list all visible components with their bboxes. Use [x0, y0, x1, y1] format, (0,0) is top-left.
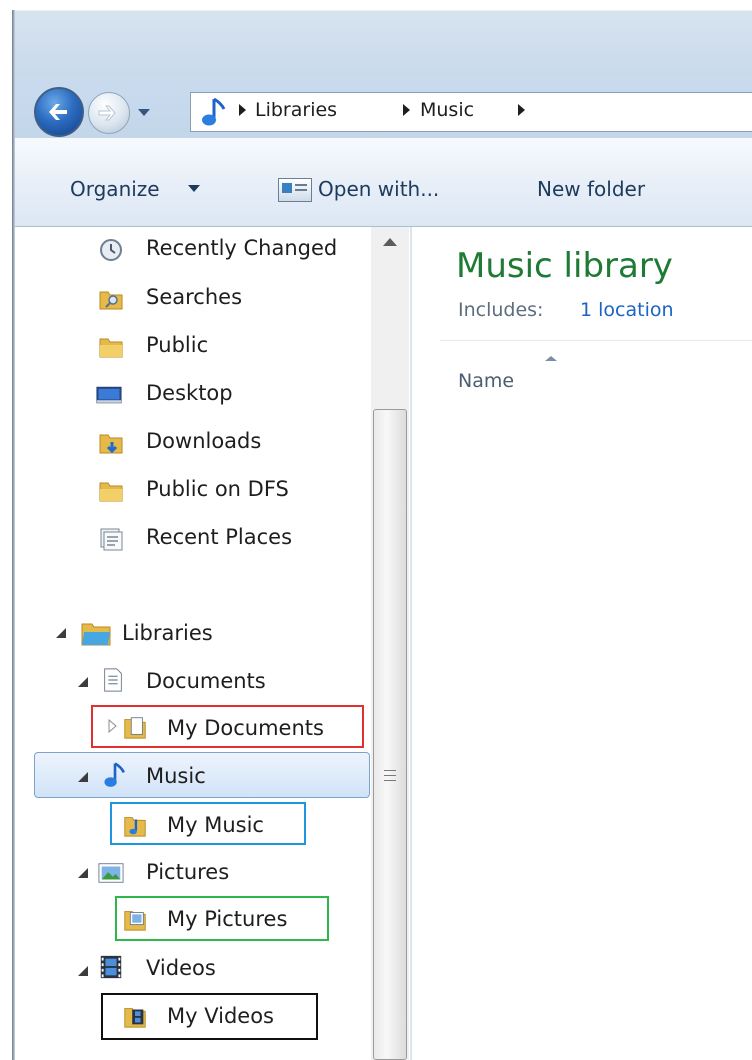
breadcrumb-separator-icon[interactable] [403, 104, 410, 116]
expanded-arrow-icon[interactable] [78, 966, 88, 976]
folder-icon [99, 338, 123, 358]
highlight-box-pictures [115, 896, 329, 941]
expanded-arrow-icon[interactable] [56, 628, 66, 638]
breadcrumb-separator-icon[interactable] [239, 104, 246, 116]
downloads-folder-icon [99, 434, 123, 454]
header-separator [440, 340, 752, 341]
expanded-arrow-icon[interactable] [78, 868, 88, 878]
film-icon [100, 955, 122, 979]
nav-item-videos[interactable]: Videos [146, 956, 216, 980]
organize-button[interactable]: Organize [70, 177, 160, 201]
picture-library-icon [98, 863, 124, 883]
nav-item-public-on-dfs[interactable]: Public on DFS [146, 477, 289, 501]
folder-icon [99, 482, 123, 502]
forward-arrow-icon [98, 105, 116, 121]
scroll-grip-line [384, 780, 396, 781]
scroll-up-arrow-icon[interactable] [383, 238, 397, 246]
recently-changed-icon [100, 239, 122, 261]
nav-item-desktop[interactable]: Desktop [146, 381, 233, 405]
libraries-icon [81, 623, 111, 646]
nav-item-public[interactable]: Public [146, 333, 208, 357]
new-folder-button[interactable]: New folder [537, 177, 645, 201]
nav-item-music[interactable]: Music [146, 764, 206, 788]
highlight-box-documents [91, 705, 364, 748]
expanded-arrow-icon[interactable] [78, 677, 88, 687]
sort-ascending-icon [545, 356, 557, 361]
library-title: Music library [456, 246, 673, 286]
back-arrow-icon [49, 104, 67, 120]
nav-item-pictures[interactable]: Pictures [146, 860, 229, 884]
window-title-bar [0, 0, 752, 76]
recent-places-icon [100, 528, 123, 551]
desktop-icon [96, 386, 122, 404]
highlight-box-videos [101, 993, 318, 1040]
forward-button[interactable] [88, 92, 130, 134]
location-link[interactable]: 1 location [580, 299, 674, 321]
back-button[interactable] [34, 87, 84, 137]
chevron-down-icon[interactable] [188, 185, 200, 192]
nav-item-searches[interactable]: Searches [146, 285, 242, 309]
expanded-arrow-icon[interactable] [78, 772, 88, 782]
nav-item-downloads[interactable]: Downloads [146, 429, 261, 453]
column-header-name[interactable]: Name [458, 370, 514, 392]
breadcrumb-separator-icon[interactable] [518, 104, 525, 116]
nav-item-documents[interactable]: Documents [146, 669, 266, 693]
nav-item-libraries[interactable]: Libraries [122, 621, 213, 645]
searches-folder-icon [99, 291, 123, 310]
documents-library-icon [104, 668, 122, 692]
nav-item-recent-places[interactable]: Recent Places [146, 525, 292, 549]
breadcrumb-libraries[interactable]: Libraries [255, 99, 337, 121]
breadcrumb-music[interactable]: Music [420, 99, 474, 121]
recent-pages-dropdown[interactable] [134, 100, 154, 124]
scrollbar-thumb[interactable] [373, 409, 407, 1060]
scroll-grip-line [384, 770, 396, 771]
includes-label: Includes: [458, 299, 544, 321]
highlight-box-music [110, 802, 306, 845]
scroll-grip-line [384, 775, 396, 776]
music-note-icon [104, 762, 126, 787]
nav-item-recently-changed[interactable]: Recently Changed [146, 236, 337, 260]
pane-divider[interactable] [410, 227, 412, 1060]
open-with-button[interactable]: Open with... [318, 177, 439, 201]
music-note-icon [202, 97, 226, 126]
open-with-icon [278, 178, 312, 202]
